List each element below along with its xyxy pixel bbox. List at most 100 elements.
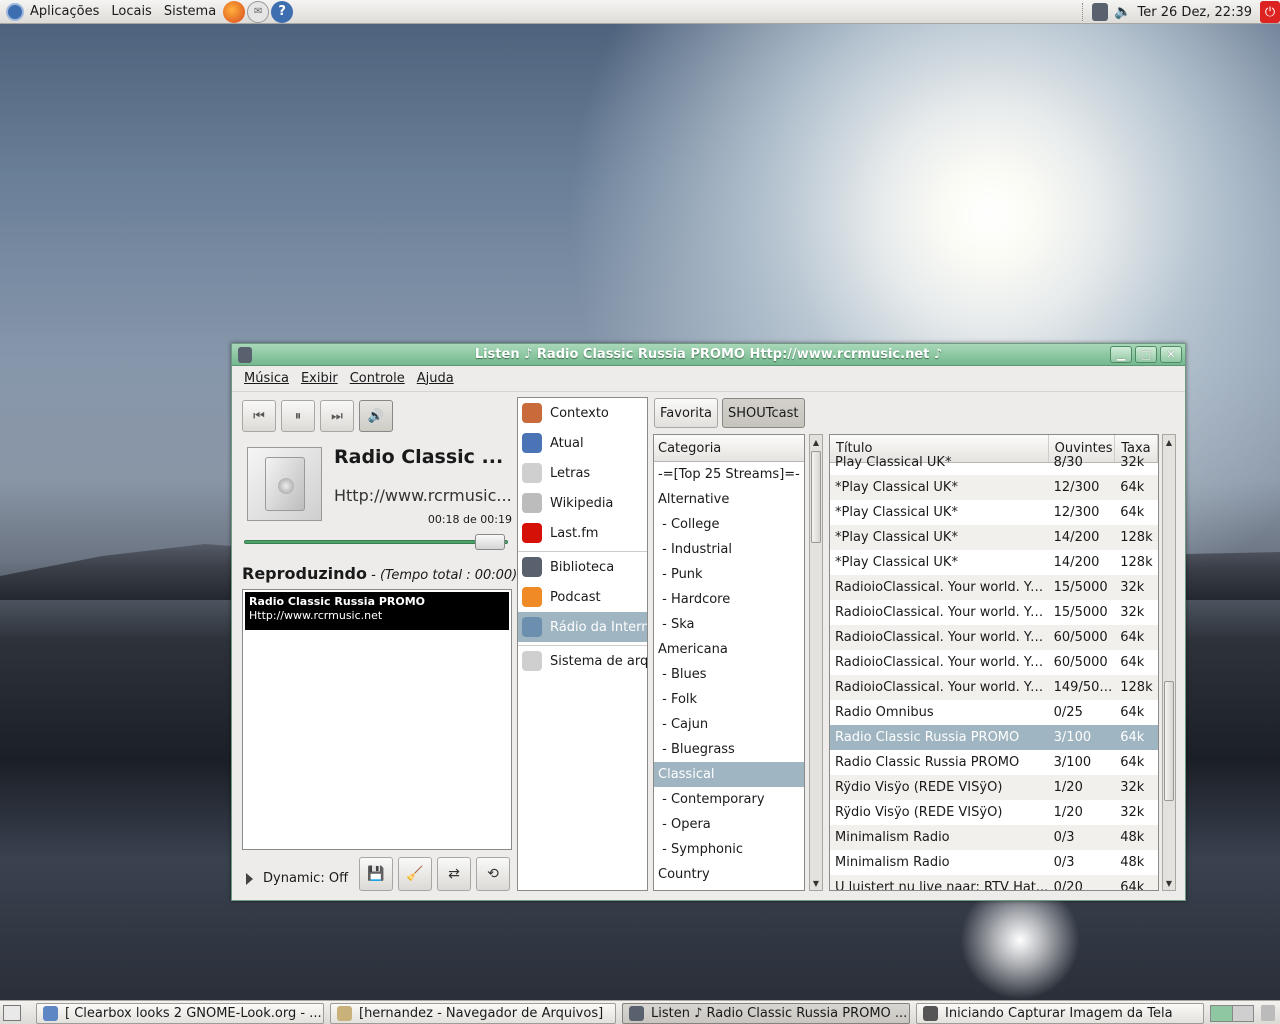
table-row[interactable]: Radio Omnibus 0/25 64k [830, 700, 1158, 725]
category-item[interactable]: - Punk [654, 562, 804, 587]
menu-places[interactable]: Locais [105, 0, 157, 24]
category-item[interactable]: - Ska [654, 612, 804, 637]
station-title: RadioioClassical. Your world. Yo... [835, 655, 1049, 670]
category-item[interactable]: Classical [654, 762, 804, 787]
table-row[interactable]: Minimalism Radio 0/3 48k [830, 850, 1158, 875]
table-row[interactable]: RadioioClassical. Your world. Yo... 149/5… [830, 675, 1158, 700]
table-row[interactable]: RadioioClassical. Your world. Yo... 15/50… [830, 600, 1158, 625]
taskbar-button[interactable]: Iniciando Capturar Imagem da Tela [916, 1003, 1204, 1024]
menu-applications[interactable]: Aplicações [0, 0, 105, 24]
help-icon[interactable]: ? [271, 0, 294, 23]
source-item-drive[interactable]: Sistema de arq [518, 646, 647, 676]
table-row[interactable]: U luistert nu live naar: RTV Hat... 0/20 6… [830, 875, 1158, 890]
taskbar-button[interactable]: Listen ♪ Radio Classic Russia PROMO ... [622, 1003, 910, 1024]
category-item[interactable]: - Contemporary [654, 787, 804, 812]
category-item[interactable]: - Symphonic [654, 837, 804, 862]
previous-button[interactable]: ⏮ [242, 400, 276, 432]
table-row[interactable]: *Play Classical UK* 12/300 64k [830, 500, 1158, 525]
next-button[interactable]: ⏭ [320, 400, 354, 432]
category-item[interactable]: Americana [654, 637, 804, 662]
menu-system[interactable]: Sistema [158, 0, 222, 24]
station-title: *Play Classical UK* [835, 530, 958, 545]
table-row[interactable]: Rÿdio Visÿo (REDE VISÿO) 1/20 32k [830, 775, 1158, 800]
category-item[interactable]: - Hardcore [654, 587, 804, 612]
table-row[interactable]: RadioioClassical. Your world. Yo... 60/50… [830, 625, 1158, 650]
pause-button[interactable]: ⏸ [281, 400, 315, 432]
playlist-row[interactable]: Radio Classic Russia PROMO Http://www.rc… [245, 592, 509, 630]
taskbar-button[interactable]: [ Clearbox looks 2 GNOME-Look.org - ... [36, 1003, 324, 1024]
menu-view[interactable]: Exibir [295, 371, 344, 386]
scroll-down-icon[interactable]: ▼ [810, 876, 822, 890]
workspace-switcher[interactable] [1210, 1005, 1254, 1022]
table-row[interactable]: Radio Classic Russia PROMO 3/100 64k [830, 750, 1158, 775]
source-item-speaker[interactable]: Biblioteca [518, 552, 647, 582]
category-item[interactable]: - Opera [654, 812, 804, 837]
station-bitrate: 64k [1120, 505, 1145, 520]
volume-icon[interactable]: 🔈 [1114, 4, 1131, 20]
scroll-down-icon[interactable]: ▼ [1163, 876, 1175, 890]
dynamic-toggle[interactable]: Dynamic: Off [246, 871, 348, 886]
scroll-up-icon[interactable]: ▲ [1163, 435, 1175, 449]
category-item[interactable]: - Blues [654, 662, 804, 687]
shuffle-button[interactable]: ⇄ [437, 857, 471, 891]
power-icon[interactable]: ⏻ [1260, 1, 1280, 23]
category-item[interactable]: - Industrial [654, 537, 804, 562]
category-item[interactable]: - Cajun [654, 712, 804, 737]
table-row[interactable]: RadioioClassical. Your world. Yo... 60/50… [830, 650, 1158, 675]
station-scroll-thumb[interactable] [1164, 681, 1174, 801]
seek-handle[interactable] [474, 534, 505, 550]
seek-bar[interactable] [244, 540, 508, 544]
category-item[interactable]: Country [654, 862, 804, 887]
category-item[interactable]: Alternative [654, 487, 804, 512]
table-row[interactable]: *Play Classical UK* 14/200 128k [830, 550, 1158, 575]
source-item-home[interactable]: Contexto [518, 398, 647, 428]
save-playlist-button[interactable]: 💾 [359, 857, 393, 891]
trash-icon[interactable] [1261, 1005, 1275, 1021]
source-item-info[interactable]: Atual [518, 428, 647, 458]
scroll-up-icon[interactable]: ▲ [810, 435, 822, 449]
table-row[interactable]: *Play Classical UK* 14/200 128k [830, 525, 1158, 550]
minimize-button[interactable]: ▁ [1110, 346, 1132, 363]
table-row[interactable]: Radio Classic Russia PROMO 3/100 64k [830, 725, 1158, 750]
table-row[interactable]: RadioioClassical. Your world. Yo... 15/50… [830, 575, 1158, 600]
menu-control[interactable]: Controle [344, 371, 411, 386]
mail-icon[interactable]: ✉ [247, 0, 270, 23]
show-desktop-icon[interactable] [3, 1005, 21, 1021]
volume-button[interactable]: 🔊 [359, 400, 393, 432]
taskbar-button[interactable]: [hernandez - Navegador de Arquivos] [330, 1003, 616, 1024]
menu-music[interactable]: Música [238, 371, 295, 386]
table-row[interactable]: Minimalism Radio 0/3 48k [830, 825, 1158, 850]
category-item[interactable]: -=[Top 25 Streams]=- [654, 462, 804, 487]
window-titlebar[interactable]: Listen ♪ Radio Classic Russia PROMO Http… [232, 344, 1185, 366]
menu-help[interactable]: Ajuda [411, 371, 460, 386]
clear-playlist-button[interactable]: 🧹 [398, 857, 432, 891]
source-item-globe[interactable]: Rádio da Interna [518, 612, 647, 642]
playlist[interactable]: Radio Classic Russia PROMO Http://www.rc… [242, 589, 512, 850]
tab-shoutcast[interactable]: SHOUTcast [722, 398, 805, 428]
station-bitrate: 32k [1120, 805, 1145, 820]
listen-tray-icon[interactable] [1092, 3, 1109, 21]
category-item[interactable]: - Bluegrass [654, 737, 804, 762]
station-scrollbar[interactable]: ▲ ▼ [1162, 434, 1176, 891]
category-label: Country [658, 867, 710, 882]
clock[interactable]: Ter 26 Dez, 22:39 [1138, 5, 1252, 20]
source-item-lastfm[interactable]: Last.fm [518, 518, 647, 548]
category-item[interactable]: - College [654, 512, 804, 537]
tab-favorites[interactable]: Favorita [654, 398, 718, 428]
workspace-2[interactable] [1232, 1006, 1253, 1021]
firefox-icon[interactable] [223, 0, 246, 23]
workspace-1[interactable] [1211, 1006, 1233, 1021]
close-button[interactable]: ✕ [1160, 346, 1182, 363]
source-item-document[interactable]: Letras [518, 458, 647, 488]
category-scroll-thumb[interactable] [811, 451, 821, 543]
source-item-wikipedia[interactable]: Wikipedia [518, 488, 647, 518]
category-scrollbar[interactable]: ▲ ▼ [809, 434, 823, 891]
repeat-button[interactable]: ⟲ [476, 857, 510, 891]
source-item-rss[interactable]: Podcast [518, 582, 647, 612]
table-row[interactable]: Rÿdio Visÿo (REDE VISÿO) 1/20 32k [830, 800, 1158, 825]
station-listeners: 14/200 [1053, 555, 1100, 570]
table-row[interactable]: *Play Classical UK* 12/300 64k [830, 475, 1158, 500]
category-header[interactable]: Categoria [654, 435, 804, 462]
category-item[interactable]: - Folk [654, 687, 804, 712]
maximize-button[interactable]: □ [1135, 346, 1157, 363]
